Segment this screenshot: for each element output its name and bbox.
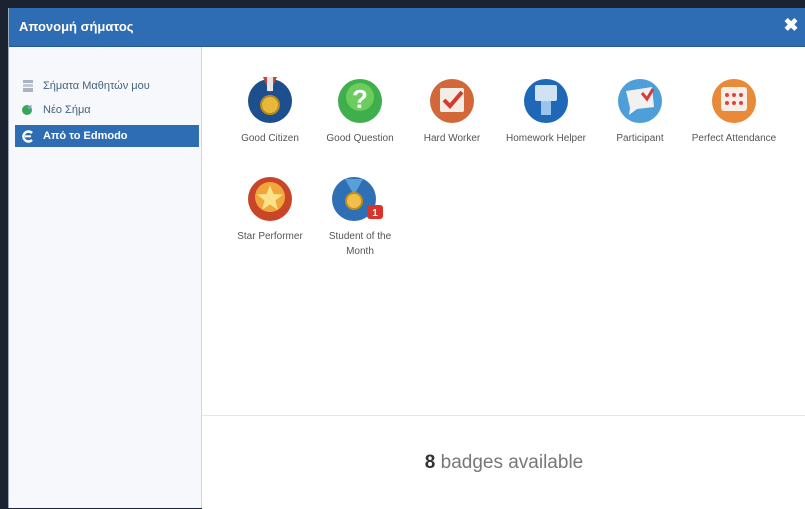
badge-label: Participant (616, 133, 664, 144)
badge-label: Good Citizen (241, 133, 299, 144)
badge-count: 8 (424, 452, 436, 473)
award-badge-dialog: Απονομή σήματος ✖ Σήματα Μαθητών μου Νέο… (8, 8, 805, 509)
sidebar-item-label: Σήματα Μαθητών μου (43, 80, 150, 92)
badges-available-text: 8 badges available (202, 452, 805, 474)
medal-icon (248, 77, 292, 123)
badge-good-citizen[interactable]: Good Citizen (224, 73, 316, 146)
edmodo-icon (21, 129, 35, 143)
badge-count-suffix: badges available (435, 452, 584, 473)
sidebar-item-label: Από το Edmodo (43, 130, 128, 142)
badge-good-question[interactable]: ? Good Question (314, 73, 406, 146)
badge-perfect-attendance[interactable]: Perfect Attendance (688, 73, 780, 146)
svg-text:1: 1 (372, 208, 378, 219)
badge-hard-worker[interactable]: Hard Worker (406, 73, 498, 146)
badge-stack-icon (21, 79, 35, 93)
badge-count-footer: 8 badges available (202, 415, 805, 509)
checkmark-icon (430, 79, 474, 123)
sidebar-item-my-student-badges[interactable]: Σήματα Μαθητών μου (15, 75, 199, 97)
badge-label: Student of the Month (328, 231, 392, 257)
calendar-icon (712, 79, 756, 123)
ribbon-medal-icon: 1 (332, 177, 383, 221)
dialog-header: Απονομή σήματος ✖ (9, 8, 805, 47)
dialog-title: Απονομή σήματος (19, 19, 134, 34)
badge-label: Perfect Attendance (691, 133, 777, 144)
badge-participant[interactable]: Participant (594, 73, 686, 146)
badge-label: Good Question (326, 133, 394, 144)
helper-icon (524, 79, 568, 123)
sidebar: Σήματα Μαθητών μου Νέο Σήμα Από το Edmod… (9, 47, 202, 508)
chat-bubble-icon (618, 79, 662, 123)
badge-homework-helper[interactable]: Homework Helper (500, 73, 592, 146)
close-icon[interactable]: ✖ (782, 16, 800, 34)
sidebar-item-from-edmodo[interactable]: Από το Edmodo (15, 125, 199, 147)
question-icon: ? (338, 79, 382, 123)
badge-label: Hard Worker (423, 133, 481, 144)
sidebar-item-label: Νέο Σήμα (43, 104, 91, 116)
badge-label: Homework Helper (505, 133, 587, 144)
svg-text:?: ? (352, 84, 368, 114)
badge-student-of-the-month[interactable]: 1 Student of the Month (314, 171, 406, 259)
star-icon (248, 177, 292, 221)
new-badge-icon (21, 103, 35, 117)
notification-badge: 1 (367, 205, 383, 219)
badge-label: Star Performer (237, 231, 303, 242)
badge-panel: Good Citizen ? Good Question Hard Worker (202, 47, 805, 509)
badge-star-performer[interactable]: Star Performer (224, 171, 316, 244)
sidebar-item-new-badge[interactable]: Νέο Σήμα (15, 99, 199, 121)
